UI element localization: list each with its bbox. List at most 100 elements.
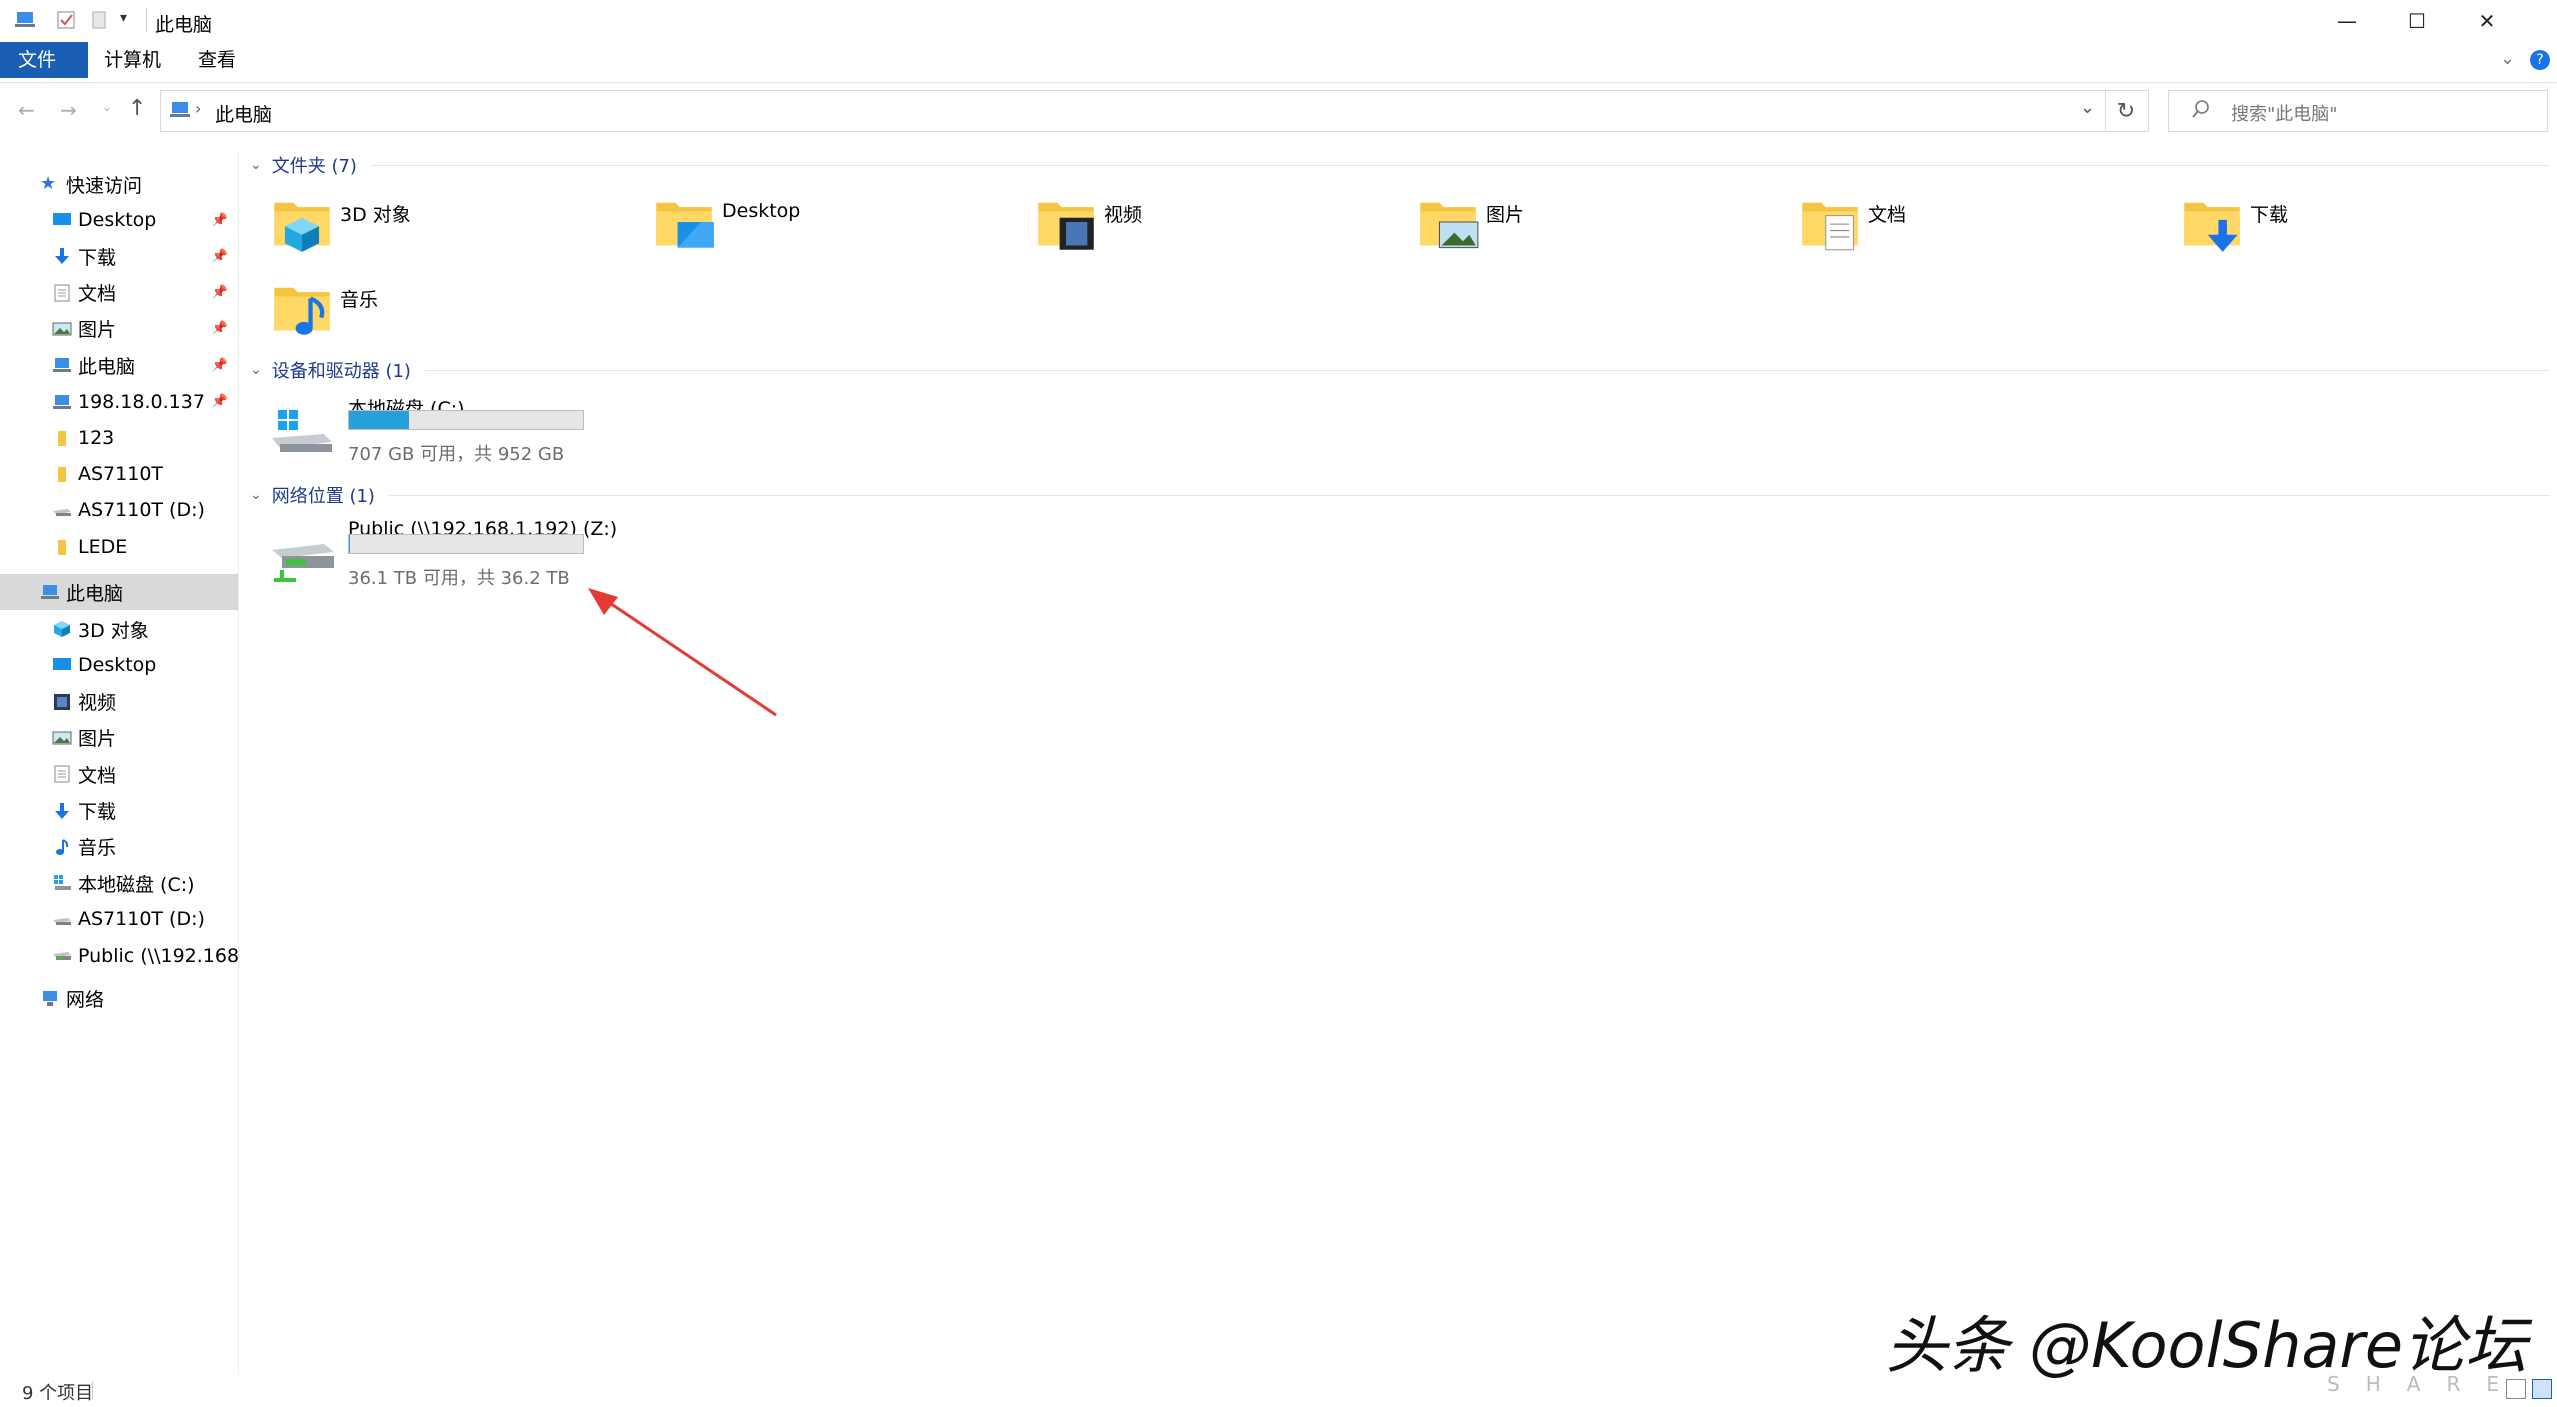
this-pc-item[interactable]: 下载: [0, 793, 238, 829]
pin-icon[interactable]: 📌: [212, 285, 228, 300]
address-dropdown-icon[interactable]: ⌄: [2080, 97, 2095, 118]
navigation-pane: ★ 快速访问 此电脑 网络 Desktop 📌 下载 📌 文档 📌 图片 📌 此电脑 📌 198.1…: [0, 150, 239, 1375]
tab-computer[interactable]: 计算机: [86, 42, 179, 78]
folder-tile[interactable]: 图片: [1416, 190, 1776, 270]
this-pc-item[interactable]: 图片: [0, 720, 238, 756]
nav-label: LEDE: [78, 535, 128, 558]
folder-label: 文档: [1868, 204, 1907, 226]
title-separator: [146, 8, 147, 32]
properties-icon[interactable]: [56, 10, 76, 30]
collapse-chevron-icon[interactable]: ⌄: [250, 362, 262, 378]
videos-folder-icon: [1034, 190, 1098, 259]
pin-icon[interactable]: 📌: [212, 358, 228, 373]
pin-icon[interactable]: 📌: [212, 213, 228, 228]
window-title: 此电脑: [155, 14, 213, 36]
ribbon-expand-icon[interactable]: ⌄: [2500, 48, 2515, 69]
nav-this-pc[interactable]: 此电脑: [0, 574, 238, 610]
computer-icon: [14, 10, 36, 30]
this-pc-item[interactable]: 视频: [0, 684, 238, 720]
quick-access-item[interactable]: 此电脑 📌: [0, 347, 238, 383]
maximize-button[interactable]: ☐: [2382, 0, 2452, 42]
folder-tile[interactable]: 视频: [1034, 190, 1394, 270]
quick-access-item[interactable]: 下载 📌: [0, 238, 238, 274]
folder-tile[interactable]: Desktop: [652, 190, 1012, 270]
annotation-arrow: [588, 588, 777, 717]
this-pc-item[interactable]: 文档: [0, 756, 238, 792]
folder-icon: [52, 537, 72, 557]
quick-access-item[interactable]: AS7110T (D:): [0, 492, 238, 528]
new-folder-icon[interactable]: [90, 10, 108, 30]
folder-label: 3D 对象: [340, 204, 411, 226]
network-drive-icon: [52, 946, 72, 966]
group-header-devices[interactable]: ⌄ 设备和驱动器 (1): [250, 357, 2550, 383]
pin-icon[interactable]: 📌: [212, 249, 228, 264]
nav-label: 此电脑: [66, 582, 124, 605]
nav-label: 网络: [66, 988, 105, 1011]
tab-view[interactable]: 查看: [180, 42, 254, 78]
pin-icon[interactable]: 📌: [212, 321, 228, 336]
quick-access-item[interactable]: 图片 📌: [0, 311, 238, 347]
this-pc-item[interactable]: AS7110T (D:): [0, 901, 238, 937]
tab-file[interactable]: 文件: [0, 42, 88, 78]
folder-icon: [52, 464, 72, 484]
quick-access-item[interactable]: Desktop 📌: [0, 202, 238, 238]
nav-quick-access[interactable]: ★ 快速访问: [0, 166, 238, 202]
breadcrumb[interactable]: 此电脑: [215, 100, 272, 127]
drive-capacity: 36.1 TB 可用，共 36.2 TB: [348, 568, 570, 589]
collapse-chevron-icon[interactable]: ⌄: [250, 487, 262, 503]
refresh-button[interactable]: ↻: [2104, 90, 2149, 132]
recent-dropdown-icon[interactable]: ⌄: [102, 100, 112, 114]
nav-label: 3D 对象: [78, 619, 149, 642]
nav-label: 图片: [78, 319, 117, 342]
folder-tile[interactable]: 文档: [1798, 190, 2158, 270]
pictures-icon: [52, 319, 72, 339]
folder-tile[interactable]: 音乐: [270, 275, 630, 355]
help-icon[interactable]: ?: [2530, 50, 2550, 70]
this-pc-item[interactable]: 本地磁盘 (C:): [0, 865, 238, 901]
nav-label: 快速访问: [66, 174, 143, 197]
search-input[interactable]: 搜索"此电脑": [2168, 90, 2548, 132]
drive-usage-bar: [348, 534, 584, 554]
quick-access-item[interactable]: 文档 📌: [0, 275, 238, 311]
forward-icon[interactable]: →: [60, 98, 77, 122]
close-button[interactable]: ✕: [2452, 0, 2522, 42]
desktop-icon: [52, 655, 72, 675]
quick-access-item[interactable]: LEDE: [0, 529, 238, 565]
quick-access-item[interactable]: AS7110T: [0, 456, 238, 492]
star-icon: ★: [40, 173, 57, 194]
quick-access-item[interactable]: 198.18.0.137 📌: [0, 384, 238, 420]
windows-drive-icon: [270, 404, 334, 456]
network-icon: [40, 988, 60, 1008]
up-icon[interactable]: ↑: [128, 96, 146, 121]
group-header-network[interactable]: ⌄ 网络位置 (1): [250, 482, 2550, 508]
download-icon: [52, 801, 72, 821]
nav-label: 文档: [78, 764, 117, 787]
folder-tile[interactable]: 下载: [2180, 190, 2540, 270]
folder-tile[interactable]: 3D 对象: [270, 190, 630, 270]
quick-access-dropdown-icon[interactable]: ▾: [120, 10, 127, 26]
folder-label: 视频: [1104, 204, 1143, 226]
nav-network[interactable]: 网络: [0, 980, 238, 1016]
drive-tile-c[interactable]: 本地磁盘 (C:) 707 GB 可用，共 952 GB: [270, 394, 650, 466]
nav-label: Public (\\192.168.1: [78, 944, 238, 967]
this-pc-item[interactable]: 3D 对象: [0, 611, 238, 647]
group-divider: [388, 494, 2550, 496]
this-pc-item[interactable]: Public (\\192.168.1: [0, 938, 238, 974]
this-pc-item[interactable]: Desktop: [0, 647, 238, 683]
nav-label: 198.18.0.137: [78, 390, 205, 413]
collapse-chevron-icon[interactable]: ⌄: [250, 157, 262, 173]
drive-usage-bar: [348, 410, 584, 430]
drive-capacity: 707 GB 可用，共 952 GB: [348, 444, 565, 465]
address-bar[interactable]: › 此电脑 ⌄: [160, 90, 2106, 132]
breadcrumb-chevron-icon[interactable]: ›: [195, 99, 201, 118]
back-icon[interactable]: ←: [18, 98, 35, 122]
pin-icon[interactable]: 📌: [212, 394, 228, 409]
drive-icon: [52, 500, 72, 520]
computer-icon: [169, 100, 191, 120]
group-header-folders[interactable]: ⌄ 文件夹 (7): [250, 152, 2550, 178]
drive-usage-fill: [349, 535, 350, 553]
this-pc-item[interactable]: 音乐: [0, 829, 238, 865]
large-icons-view-icon[interactable]: [2532, 1379, 2552, 1399]
quick-access-item[interactable]: 123: [0, 420, 238, 456]
minimize-button[interactable]: —: [2312, 0, 2382, 42]
